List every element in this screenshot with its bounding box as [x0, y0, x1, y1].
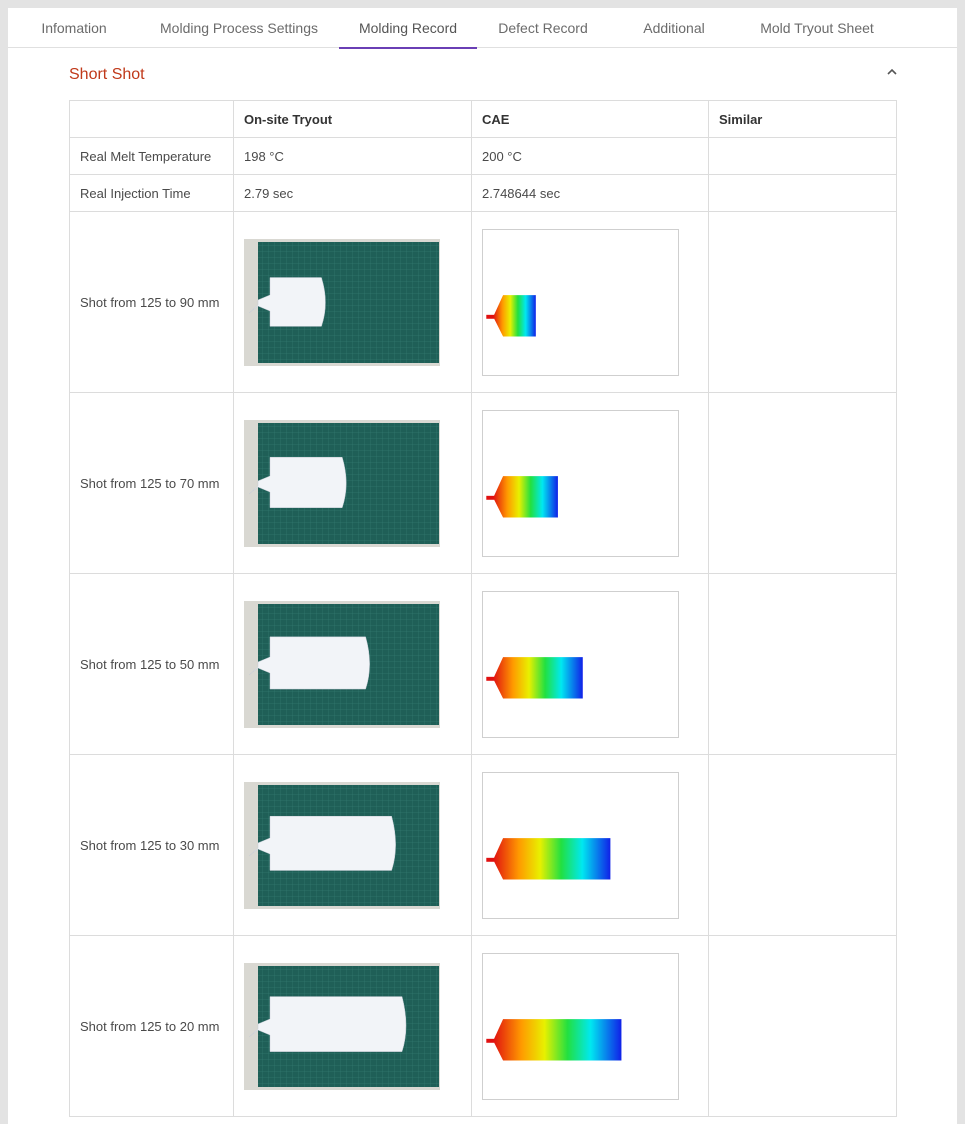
header-onsite-tryout: On-site Tryout [233, 100, 472, 138]
onsite-photo-cell [233, 935, 472, 1117]
cae-value: 2.748644 sec [471, 174, 709, 212]
table-row: Shot from 125 to 50 mm [69, 573, 897, 755]
cae-image-cell [471, 935, 709, 1117]
onsite-photo-cell [233, 211, 472, 393]
similar-value [708, 174, 897, 212]
onsite-value: 198 °C [233, 137, 472, 175]
table-row: Real Melt Temperature 198 °C 200 °C [69, 137, 897, 175]
section-title: Short Shot [69, 66, 145, 83]
tryout-photo[interactable] [244, 238, 440, 366]
row-label: Shot from 125 to 30 mm [69, 754, 234, 936]
tab-defect-record[interactable]: Defect Record [484, 8, 602, 48]
similar-value [708, 137, 897, 175]
table-row: Shot from 125 to 90 mm [69, 211, 897, 393]
cae-simulation-image[interactable] [482, 771, 679, 919]
tab-molding-record[interactable]: Molding Record [339, 8, 477, 49]
cae-image-cell [471, 211, 709, 393]
cae-simulation-image[interactable] [482, 409, 679, 557]
row-label: Real Injection Time [69, 174, 234, 212]
tab-additional[interactable]: Additional [620, 8, 728, 48]
cae-image-cell [471, 573, 709, 755]
row-label: Shot from 125 to 70 mm [69, 392, 234, 574]
table-header-row: On-site Tryout CAE Similar [69, 100, 897, 138]
similar-cell [708, 392, 897, 574]
cae-image-cell [471, 754, 709, 936]
onsite-photo-cell [233, 573, 472, 755]
header-cae: CAE [471, 100, 709, 138]
header-empty [69, 100, 234, 138]
cae-simulation-image[interactable] [482, 228, 679, 376]
cae-image-cell [471, 392, 709, 574]
chevron-up-icon[interactable] [883, 64, 901, 80]
cae-simulation-image[interactable] [482, 952, 679, 1100]
table-row: Shot from 125 to 20 mm [69, 935, 897, 1117]
onsite-value: 2.79 sec [233, 174, 472, 212]
tab-infomation[interactable]: Infomation [20, 8, 128, 48]
cae-simulation-image[interactable] [482, 590, 679, 738]
tab-mold-tryout-sheet[interactable]: Mold Tryout Sheet [748, 8, 886, 48]
onsite-photo-cell [233, 754, 472, 936]
tryout-photo[interactable] [244, 600, 440, 728]
table-row: Real Injection Time 2.79 sec 2.748644 se… [69, 174, 897, 212]
cae-value: 200 °C [471, 137, 709, 175]
table-row: Shot from 125 to 30 mm [69, 754, 897, 936]
similar-cell [708, 573, 897, 755]
similar-cell [708, 754, 897, 936]
short-shot-table: On-site Tryout CAE Similar Real Melt Tem… [69, 100, 897, 1117]
tab-molding-process-settings[interactable]: Molding Process Settings [144, 8, 334, 48]
header-similar: Similar [708, 100, 897, 138]
tryout-photo[interactable] [244, 419, 440, 547]
row-label: Shot from 125 to 90 mm [69, 211, 234, 393]
row-label: Real Melt Temperature [69, 137, 234, 175]
similar-cell [708, 211, 897, 393]
molding-record-panel: Infomation Molding Process Settings Mold… [8, 8, 957, 1124]
table-row: Shot from 125 to 70 mm [69, 392, 897, 574]
tryout-photo[interactable] [244, 962, 440, 1090]
tryout-photo[interactable] [244, 781, 440, 909]
similar-cell [708, 935, 897, 1117]
row-label: Shot from 125 to 50 mm [69, 573, 234, 755]
tab-bar: Infomation Molding Process Settings Mold… [8, 8, 957, 49]
row-label: Shot from 125 to 20 mm [69, 935, 234, 1117]
onsite-photo-cell [233, 392, 472, 574]
